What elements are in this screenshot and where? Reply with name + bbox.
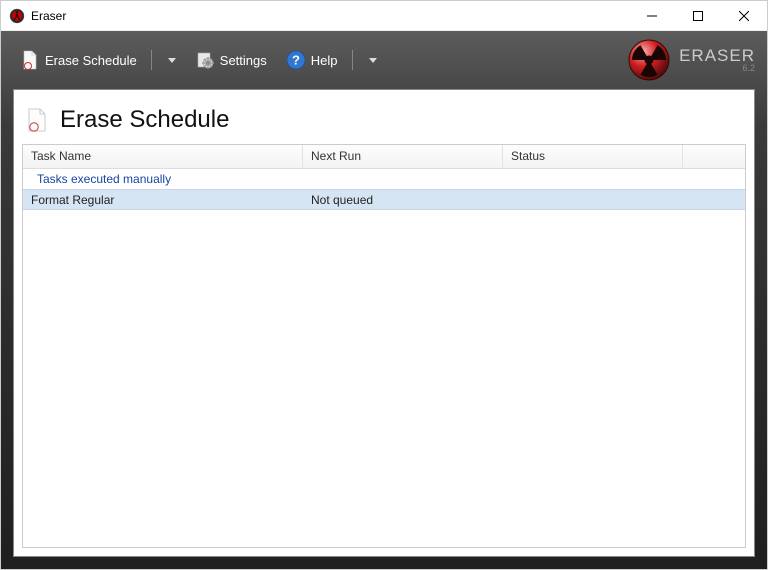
cell-task-name: Format Regular xyxy=(23,191,303,209)
cell-next-run: Not queued xyxy=(303,191,503,209)
help-label: Help xyxy=(311,53,338,68)
toolbar-divider xyxy=(151,50,152,70)
app-chrome: Erase Schedule Setting xyxy=(1,31,767,569)
settings-label: Settings xyxy=(220,53,267,68)
maximize-button[interactable] xyxy=(675,1,721,30)
toolbar-divider-2 xyxy=(352,50,353,70)
page-title: Erase Schedule xyxy=(60,106,229,134)
erase-schedule-label: Erase Schedule xyxy=(45,53,137,68)
content-pane: Erase Schedule Task Name Next Run Status… xyxy=(13,89,755,557)
window-controls xyxy=(629,1,767,30)
table-header: Task Name Next Run Status xyxy=(23,145,745,169)
document-icon xyxy=(19,49,41,71)
erase-schedule-dropdown[interactable] xyxy=(160,54,182,67)
schedule-table: Task Name Next Run Status Tasks executed… xyxy=(22,144,746,548)
column-header-status[interactable]: Status xyxy=(503,145,683,168)
brand-name: ERASER xyxy=(679,47,755,64)
app-icon xyxy=(9,8,25,24)
column-header-spare xyxy=(683,145,745,168)
table-body: Tasks executed manually Format Regular N… xyxy=(23,169,745,547)
erase-schedule-button[interactable]: Erase Schedule xyxy=(13,45,143,75)
cell-status xyxy=(503,198,683,202)
page-header: Erase Schedule xyxy=(14,90,754,140)
document-icon xyxy=(24,107,50,133)
svg-text:?: ? xyxy=(292,53,300,68)
radiation-icon xyxy=(627,38,671,82)
minimize-button[interactable] xyxy=(629,1,675,30)
help-dropdown[interactable] xyxy=(361,54,383,67)
chevron-down-icon xyxy=(168,58,176,63)
window-title: Eraser xyxy=(31,9,66,23)
brand-logo: ERASER 6.2 xyxy=(627,38,755,82)
close-button[interactable] xyxy=(721,1,767,30)
toolbar: Erase Schedule Setting xyxy=(13,31,755,89)
column-header-next-run[interactable]: Next Run xyxy=(303,145,503,168)
chevron-down-icon xyxy=(369,58,377,63)
brand-version: 6.2 xyxy=(679,64,755,73)
help-button[interactable]: ? Help xyxy=(279,45,344,75)
table-row[interactable]: Format Regular Not queued xyxy=(23,190,745,210)
help-icon: ? xyxy=(285,49,307,71)
column-header-task-name[interactable]: Task Name xyxy=(23,145,303,168)
titlebar: Eraser xyxy=(1,1,767,31)
group-header[interactable]: Tasks executed manually xyxy=(23,169,745,190)
settings-button[interactable]: Settings xyxy=(188,45,273,75)
gear-icon xyxy=(194,49,216,71)
